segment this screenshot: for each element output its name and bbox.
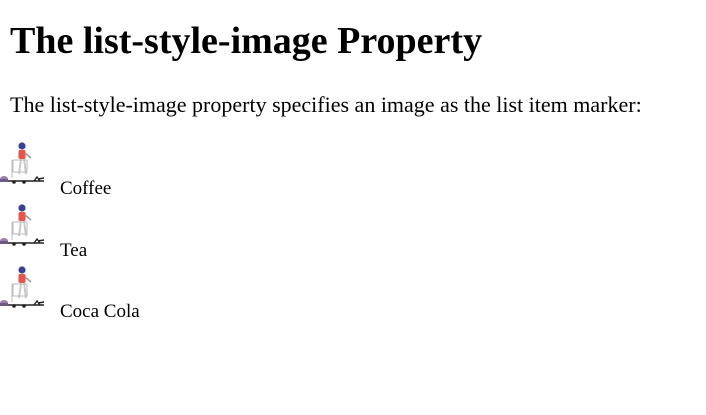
list-item: Tea (0, 202, 400, 264)
person-with-shopping-cart-icon (0, 266, 45, 308)
person-with-shopping-cart-icon (0, 204, 45, 246)
page-title: The list-style-image Property (10, 20, 483, 62)
list-item-label: Tea (60, 240, 88, 261)
list-item: Coffee (0, 140, 400, 202)
page: The list-style-image Property The list-s… (0, 0, 706, 415)
person-with-shopping-cart-icon (0, 142, 45, 184)
list-item-label: Coffee (60, 178, 112, 199)
list-item-label: Coca Cola (60, 301, 140, 322)
page-description: The list-style-image property specifies … (10, 92, 642, 117)
list-item: Coca Cola (0, 264, 400, 326)
